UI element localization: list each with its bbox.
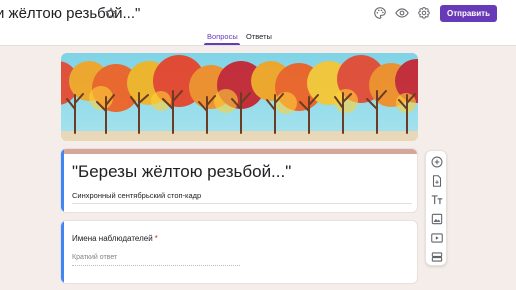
active-tab-indicator bbox=[204, 43, 240, 45]
document-title[interactable]: и жёлтою резьбой..." bbox=[0, 5, 140, 22]
short-answer-field[interactable]: Краткий ответ bbox=[72, 254, 240, 266]
header-banner-image bbox=[61, 53, 418, 141]
required-asterisk: * bbox=[154, 234, 158, 243]
add-title-icon[interactable] bbox=[430, 193, 444, 207]
tab-responses[interactable]: Ответы bbox=[246, 32, 272, 41]
top-bar: и жёлтою резьбой..." Отправить bbox=[0, 0, 516, 28]
palette-icon[interactable] bbox=[373, 6, 387, 20]
send-button[interactable]: Отправить bbox=[440, 5, 497, 22]
form-title-card: "Березы жёлтою резьбой..." Синхронный се… bbox=[60, 148, 418, 213]
tab-questions[interactable]: Вопросы bbox=[207, 32, 238, 41]
preview-eye-icon[interactable] bbox=[395, 6, 409, 20]
form-title[interactable]: "Березы жёлтою резьбой..." bbox=[72, 162, 291, 182]
add-image-icon[interactable] bbox=[430, 212, 444, 226]
card-top-strip bbox=[61, 149, 417, 154]
question-label[interactable]: Имена наблюдателей * bbox=[72, 234, 158, 243]
add-section-icon[interactable] bbox=[430, 250, 444, 264]
settings-gear-icon[interactable] bbox=[417, 6, 431, 20]
tabs-bar: Вопросы Ответы bbox=[0, 28, 516, 46]
star-icon[interactable] bbox=[104, 6, 118, 20]
form-description[interactable]: Синхронный сентябрьский стоп-кадр bbox=[72, 191, 201, 200]
active-card-indicator bbox=[61, 149, 64, 212]
question-text: Имена наблюдателей bbox=[72, 234, 153, 243]
add-question-icon[interactable] bbox=[430, 155, 444, 169]
side-toolbar bbox=[425, 150, 447, 266]
question-card[interactable]: Имена наблюдателей * Краткий ответ bbox=[60, 220, 418, 284]
question-card-indicator bbox=[61, 221, 64, 283]
import-questions-icon[interactable] bbox=[430, 174, 444, 188]
add-video-icon[interactable] bbox=[430, 231, 444, 245]
description-underline bbox=[72, 203, 412, 204]
